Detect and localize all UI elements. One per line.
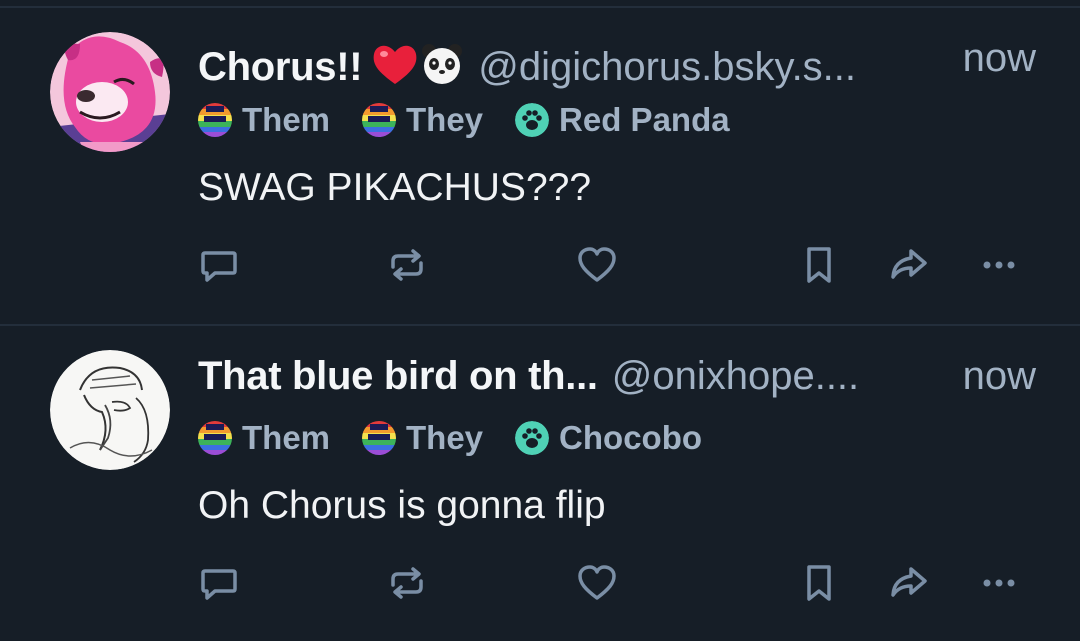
pronoun-label: Them [242, 101, 331, 138]
post-header: Chorus!! @digichorus.bsky.s... [198, 36, 856, 89]
handle[interactable]: @digichorus.bsky.s... [478, 45, 856, 90]
pronoun-label: They [406, 101, 484, 138]
bookmark-icon [807, 565, 831, 601]
post[interactable]: Chorus!! @digichorus.bsky.s... now Them … [0, 8, 1080, 324]
bookmark-button[interactable] [794, 240, 844, 290]
pronoun-tag: They [362, 419, 483, 457]
avatar[interactable] [50, 350, 170, 470]
display-name[interactable]: That blue bird on th... [198, 354, 598, 399]
species-tag: Chocobo [515, 419, 702, 457]
repost-icon [391, 249, 423, 281]
reply-button[interactable] [194, 558, 244, 608]
reply-button[interactable] [194, 240, 244, 290]
avatar[interactable] [50, 32, 170, 152]
repost-button[interactable] [382, 240, 432, 290]
more-button[interactable] [974, 240, 1024, 290]
share-button[interactable] [884, 558, 934, 608]
repost-button[interactable] [382, 558, 432, 608]
handle[interactable]: @onixhope.... [612, 354, 859, 399]
display-name[interactable]: Chorus!! [198, 45, 363, 90]
paw-icon [515, 103, 550, 137]
top-divider [0, 0, 1080, 8]
paw-icon [515, 421, 550, 455]
more-icon [983, 261, 1015, 269]
timestamp[interactable]: now [963, 36, 1036, 81]
post-header: That blue bird on th... @onixhope.... [198, 354, 859, 404]
like-button[interactable] [572, 240, 622, 290]
bookmark-icon [807, 247, 831, 283]
more-button[interactable] [974, 558, 1024, 608]
repost-icon [391, 567, 423, 599]
share-icon [891, 567, 927, 597]
more-icon [983, 579, 1015, 587]
pride-badge-icon [362, 103, 397, 137]
pride-badge-icon [198, 421, 232, 455]
post-text: SWAG PIKACHUS??? [198, 166, 592, 209]
timestamp[interactable]: now [963, 354, 1036, 399]
pride-badge-icon [362, 421, 397, 455]
red-heart-emoji-icon [372, 42, 418, 91]
like-icon [578, 247, 616, 282]
panda-emoji-icon [420, 42, 464, 91]
like-icon [578, 565, 616, 600]
like-button[interactable] [572, 558, 622, 608]
pronoun-tags: Them They Chocobo [198, 418, 734, 458]
species-label: Red Panda [559, 101, 730, 138]
pronoun-label: Them [242, 419, 331, 456]
post[interactable]: That blue bird on th... @onixhope.... no… [0, 326, 1080, 641]
post-text: Oh Chorus is gonna flip [198, 484, 606, 527]
pronoun-tag: They [362, 101, 483, 139]
post-actions [0, 240, 1080, 290]
species-label: Chocobo [559, 419, 703, 456]
share-icon [891, 249, 927, 279]
pride-badge-icon [198, 103, 232, 137]
reply-icon [201, 569, 237, 600]
pronoun-tag: Them [198, 101, 330, 139]
pronoun-tags: Them They Red Panda [198, 100, 762, 140]
post-actions [0, 558, 1080, 608]
share-button[interactable] [884, 240, 934, 290]
reply-icon [201, 251, 237, 282]
species-tag: Red Panda [515, 101, 730, 139]
pronoun-label: They [406, 419, 484, 456]
pronoun-tag: Them [198, 419, 330, 457]
bookmark-button[interactable] [794, 558, 844, 608]
